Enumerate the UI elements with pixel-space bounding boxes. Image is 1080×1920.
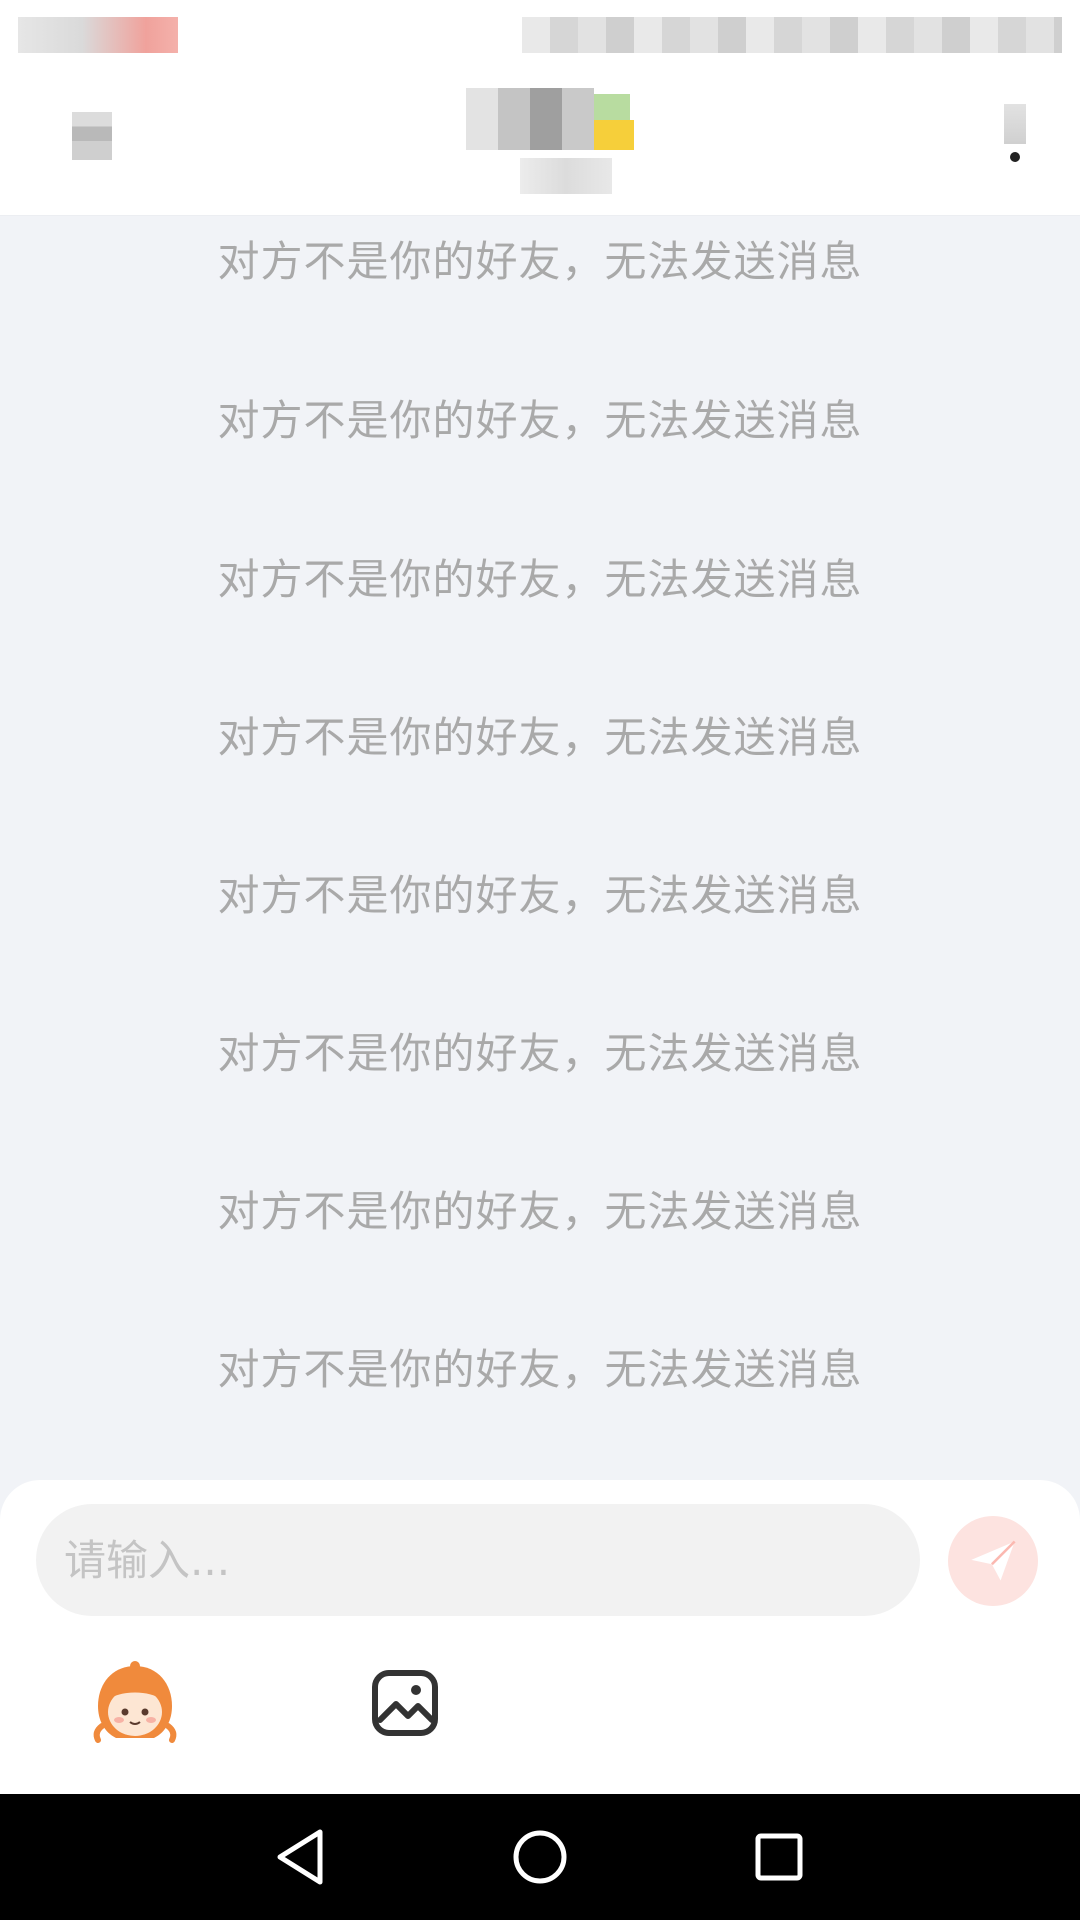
back-icon — [72, 112, 112, 160]
status-bar-left-blurred — [18, 17, 178, 53]
send-button[interactable] — [948, 1516, 1038, 1606]
emoji-button[interactable] — [90, 1660, 180, 1746]
system-message: 对方不是你的好友，无法发送消息 — [217, 871, 863, 920]
chat-header — [0, 70, 1080, 216]
system-message: 对方不是你的好友，无法发送消息 — [217, 1029, 863, 1078]
status-bar — [0, 0, 1080, 70]
chat-title-blurred — [466, 88, 666, 150]
more-button[interactable] — [990, 104, 1040, 174]
emoji-icon — [93, 1661, 177, 1743]
input-panel — [0, 1480, 1080, 1794]
nav-back-icon — [277, 1829, 323, 1885]
message-list[interactable]: 对方不是你的好友，无法发送消息 对方不是你的好友，无法发送消息 对方不是你的好友… — [0, 216, 1080, 1476]
back-button[interactable] — [60, 100, 132, 172]
nav-home-icon — [513, 1830, 567, 1884]
status-bar-right-blurred — [522, 17, 1062, 53]
system-message: 对方不是你的好友，无法发送消息 — [217, 237, 863, 286]
image-icon — [372, 1670, 438, 1736]
send-icon — [971, 1540, 1016, 1581]
system-message: 对方不是你的好友，无法发送消息 — [217, 555, 863, 604]
system-message: 对方不是你的好友，无法发送消息 — [217, 713, 863, 762]
system-message: 对方不是你的好友，无法发送消息 — [217, 1345, 863, 1394]
more-icon — [1004, 104, 1026, 144]
nav-recent-icon — [755, 1833, 803, 1881]
chat-subtitle-blurred — [520, 158, 612, 194]
nav-back-button[interactable] — [268, 1824, 334, 1890]
nav-recent-button[interactable] — [746, 1824, 812, 1890]
system-message: 对方不是你的好友，无法发送消息 — [217, 1187, 863, 1236]
system-message: 对方不是你的好友，无法发送消息 — [217, 396, 863, 445]
system-navigation-bar — [0, 1794, 1080, 1920]
nav-home-button[interactable] — [507, 1824, 573, 1890]
message-input[interactable] — [36, 1504, 920, 1616]
image-button[interactable] — [370, 1668, 440, 1738]
